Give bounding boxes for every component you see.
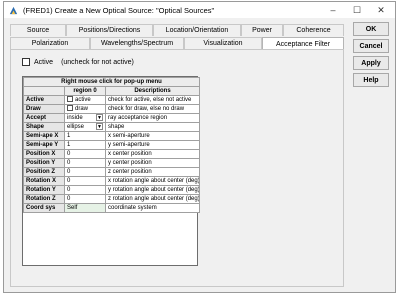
acceptance-filter-panel: Active (uncheck for not active) Right mo… xyxy=(10,49,344,287)
tab-visualization[interactable]: Visualization xyxy=(184,37,262,49)
row-desc: ray acceptance region xyxy=(104,113,201,123)
table-row: Rotation Y 0 y rotation angle about cent… xyxy=(23,185,201,195)
active-checkbox[interactable] xyxy=(22,58,30,66)
maximize-button[interactable]: ☐ xyxy=(346,2,368,18)
title-bar: (FRED1) Create a New Optical Source: "Op… xyxy=(4,2,395,18)
column-header-descriptions: Descriptions xyxy=(104,86,201,96)
row-desc: y semi-aperture xyxy=(104,140,201,150)
active-hint: (uncheck for not active) xyxy=(61,58,134,66)
row-desc: shape xyxy=(104,122,201,132)
chevron-down-icon[interactable]: ▼ xyxy=(96,123,103,130)
shape-dropdown[interactable]: ellipse ▼ xyxy=(64,122,106,132)
row-desc: x center position xyxy=(104,149,201,159)
position-z-field[interactable]: 0 xyxy=(64,167,106,177)
grid-corner xyxy=(23,86,65,96)
table-row: Active active check for active, else not… xyxy=(23,95,201,105)
grid-title: Right mouse click for pop-up menu xyxy=(22,77,201,87)
row-label: Rotation Z xyxy=(23,194,65,204)
rotation-y-field[interactable]: 0 xyxy=(64,185,106,195)
row-label: Coord sys xyxy=(23,203,65,213)
row-desc: z rotation angle about center (deg) xyxy=(104,194,201,204)
coord-sys-field[interactable]: Self xyxy=(64,203,106,213)
table-row: Accept inside ▼ ray acceptance region xyxy=(23,113,201,123)
active-label: Active xyxy=(34,58,54,66)
table-row: Rotation X 0 x rotation angle about cent… xyxy=(23,176,201,186)
row-desc: check for draw, else no draw xyxy=(104,104,201,114)
tab-coherence[interactable]: Coherence xyxy=(283,24,344,36)
row-desc: y center position xyxy=(104,158,201,168)
table-row: Position Y 0 y center position xyxy=(23,158,201,168)
row-label: Semi-ape Y xyxy=(23,140,65,150)
table-row: Position X 0 x center position xyxy=(23,149,201,159)
active-row: Active (uncheck for not active) xyxy=(22,58,134,66)
tab-power[interactable]: Power xyxy=(241,24,283,36)
column-header-region: region 0 xyxy=(64,86,106,96)
tab-positions-directions[interactable]: Positions/Directions xyxy=(66,24,153,36)
draw-cell[interactable]: draw xyxy=(64,104,106,114)
row-label-draw: Draw xyxy=(23,104,65,114)
row-desc: x rotation angle about center (deg) xyxy=(104,176,201,186)
row-label-active: Active xyxy=(23,95,65,105)
tab-strip: Source Positions/Directions Location/Ori… xyxy=(10,24,344,51)
tab-wavelengths-spectrum[interactable]: Wavelengths/Spectrum xyxy=(90,37,184,49)
table-row: Position Z 0 z center position xyxy=(23,167,201,177)
row-label: Rotation X xyxy=(23,176,65,186)
semi-ape-x-field[interactable]: 1 xyxy=(64,131,106,141)
tab-location-orientation[interactable]: Location/Orientation xyxy=(153,24,241,36)
table-row: Semi-ape X 1 x semi-aperture xyxy=(23,131,201,141)
position-x-field[interactable]: 0 xyxy=(64,149,106,159)
row-desc: x semi-aperture xyxy=(104,131,201,141)
table-row: Semi-ape Y 1 y semi-aperture xyxy=(23,140,201,150)
dialog-window: (FRED1) Create a New Optical Source: "Op… xyxy=(3,1,396,293)
row-desc: check for active, else not active xyxy=(104,95,201,105)
rotation-z-field[interactable]: 0 xyxy=(64,194,106,204)
table-row: Coord sys Self coordinate system xyxy=(23,203,201,213)
dialog-buttons: OK Cancel Apply Help xyxy=(353,22,389,90)
row-label: Position X xyxy=(23,149,65,159)
tab-source[interactable]: Source xyxy=(10,24,66,36)
row-label: Rotation Y xyxy=(23,185,65,195)
row-desc: z center position xyxy=(104,167,201,177)
row-label: Position Z xyxy=(23,167,65,177)
filter-grid: Right mouse click for pop-up menu region… xyxy=(22,76,201,266)
position-y-field[interactable]: 0 xyxy=(64,158,106,168)
window-title: (FRED1) Create a New Optical Source: "Op… xyxy=(23,5,215,15)
chevron-down-icon[interactable]: ▼ xyxy=(96,114,103,121)
accept-dropdown[interactable]: inside ▼ xyxy=(64,113,106,123)
close-button[interactable]: ✕ xyxy=(370,2,392,18)
table-row: Rotation Z 0 z rotation angle about cent… xyxy=(23,194,201,204)
draw-checkbox[interactable] xyxy=(67,105,73,112)
table-row: Shape ellipse ▼ shape xyxy=(23,122,201,132)
row-label: Position Y xyxy=(23,158,65,168)
cancel-button[interactable]: Cancel xyxy=(353,39,389,53)
row-label: Semi-ape X xyxy=(23,131,65,141)
minimize-button[interactable]: – xyxy=(322,2,344,18)
active-region-checkbox[interactable] xyxy=(67,96,73,103)
row-label-shape: Shape xyxy=(23,122,65,132)
ok-button[interactable]: OK xyxy=(353,22,389,36)
table-row: Draw draw check for draw, else no draw xyxy=(23,104,201,114)
tab-polarization[interactable]: Polarization xyxy=(10,37,90,49)
semi-ape-y-field[interactable]: 1 xyxy=(64,140,106,150)
row-desc: coordinate system xyxy=(104,203,201,213)
row-label-accept: Accept xyxy=(23,113,65,123)
active-cell[interactable]: active xyxy=(64,95,106,105)
help-button[interactable]: Help xyxy=(353,73,389,87)
app-icon xyxy=(8,4,19,16)
apply-button[interactable]: Apply xyxy=(353,56,389,70)
row-desc: y rotation angle about center (deg) xyxy=(104,185,201,195)
rotation-x-field[interactable]: 0 xyxy=(64,176,106,186)
